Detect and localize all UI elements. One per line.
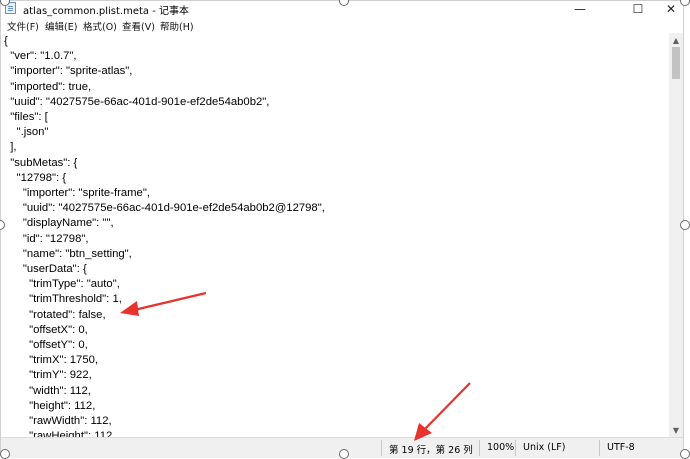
notepad-window: atlas_common.plist.meta - 记事本 — ☐ ✕ 文件(F… — [0, 0, 684, 458]
resize-handle[interactable] — [680, 0, 690, 6]
text-editor[interactable]: { "ver": "1.0.7", "importer": "sprite-at… — [1, 33, 671, 437]
menu-bar: 文件(F) 编辑(E) 格式(O) 查看(V) 帮助(H) — [1, 17, 683, 33]
menu-edit[interactable]: 编辑(E) — [45, 19, 77, 33]
window-title: atlas_common.plist.meta - 记事本 — [23, 6, 190, 17]
scroll-up-arrow-icon[interactable]: ▲ — [669, 33, 683, 47]
resize-handle[interactable] — [339, 449, 349, 459]
minimize-button[interactable]: — — [567, 1, 593, 16]
status-divider — [515, 440, 516, 456]
scroll-down-arrow-icon[interactable]: ▼ — [669, 423, 683, 437]
scroll-thumb[interactable] — [672, 47, 680, 79]
resize-handle[interactable] — [680, 220, 690, 230]
menu-view[interactable]: 查看(V) — [122, 19, 155, 33]
line-ending: Unix (LF) — [523, 442, 566, 453]
editor-text[interactable]: { "ver": "1.0.7", "importer": "sprite-at… — [1, 33, 671, 437]
status-divider — [599, 440, 600, 456]
maximize-button[interactable]: ☐ — [625, 1, 651, 16]
vertical-scrollbar[interactable]: ▲ ▼ — [669, 33, 683, 437]
status-divider — [479, 440, 480, 456]
cursor-position: 第 19 行，第 26 列 — [389, 445, 473, 456]
menu-help[interactable]: 帮助(H) — [160, 19, 194, 33]
zoom-level: 100% — [487, 442, 515, 453]
menu-format[interactable]: 格式(O) — [83, 19, 117, 33]
status-divider — [381, 440, 382, 456]
menu-file[interactable]: 文件(F) — [7, 19, 39, 33]
resize-handle[interactable] — [680, 449, 690, 459]
encoding: UTF-8 — [607, 442, 635, 453]
resize-handle[interactable] — [0, 449, 10, 459]
